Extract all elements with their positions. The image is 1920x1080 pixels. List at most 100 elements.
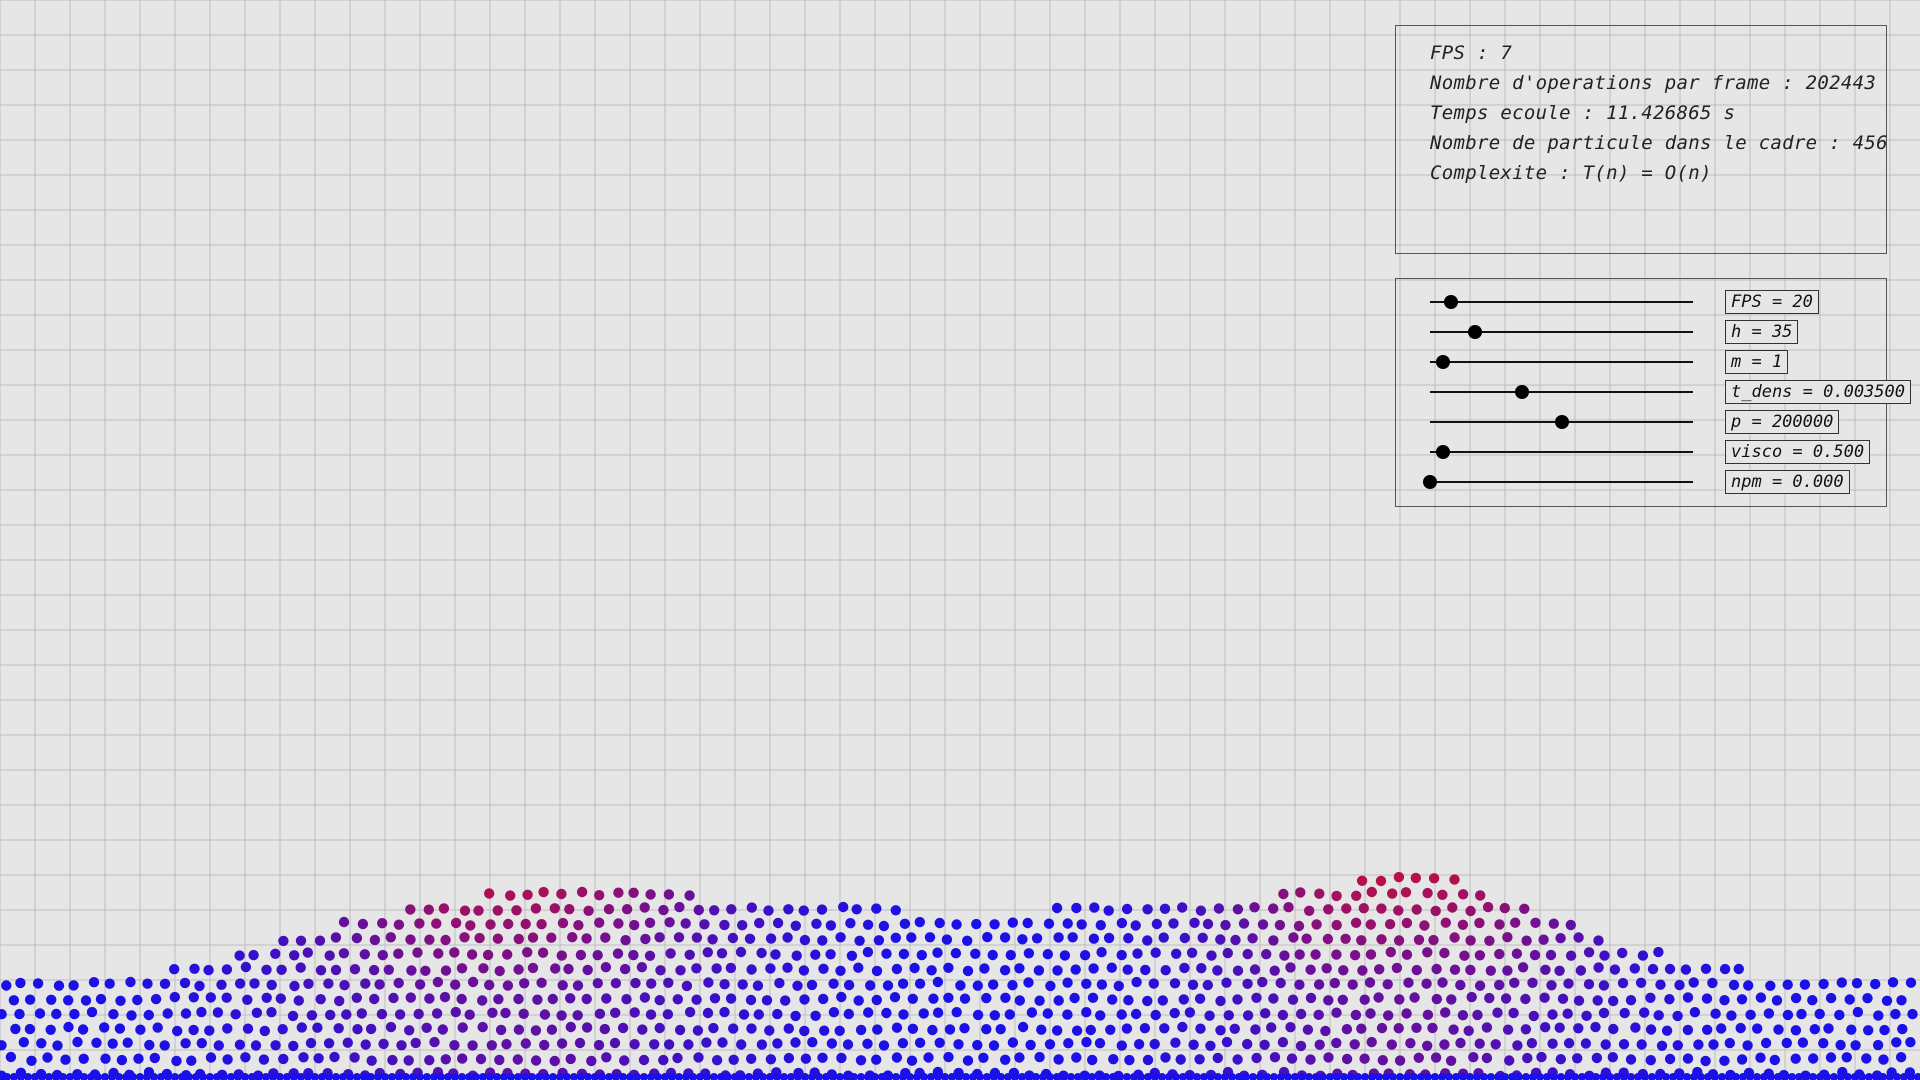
- particle: [438, 903, 450, 914]
- particle: [1386, 1039, 1398, 1050]
- particle: [1411, 964, 1423, 976]
- particle: [811, 918, 822, 929]
- particle: [505, 890, 516, 901]
- particle: [1664, 1053, 1676, 1065]
- particle: [971, 918, 982, 930]
- particle: [753, 1009, 764, 1020]
- particle: [619, 1055, 630, 1066]
- particle: [315, 965, 327, 976]
- particle: [305, 1037, 317, 1049]
- particle: [783, 904, 794, 915]
- particle: [1337, 994, 1349, 1005]
- particle: [1081, 1036, 1092, 1048]
- slider-knob[interactable]: [1423, 475, 1437, 489]
- particle: [270, 948, 281, 959]
- particle: [222, 1023, 233, 1034]
- particle: [306, 1010, 318, 1021]
- particle: [1376, 934, 1387, 945]
- particle: [1773, 1024, 1784, 1035]
- slider-knob[interactable]: [1436, 445, 1451, 459]
- particle: [1105, 1024, 1116, 1036]
- particle: [1004, 1009, 1015, 1020]
- particle: [72, 1036, 83, 1048]
- slider-knob[interactable]: [1467, 325, 1482, 339]
- fps-value-box: FPS = 20: [1725, 290, 1819, 314]
- particle: [1521, 935, 1532, 946]
- particle: [683, 1039, 694, 1050]
- particle: [1108, 1054, 1119, 1065]
- particle: [1023, 948, 1035, 959]
- slider-track[interactable]: [1430, 481, 1693, 483]
- fps-slider[interactable]: [1430, 292, 1693, 312]
- particle: [1393, 935, 1405, 946]
- slider-knob[interactable]: [1444, 295, 1459, 309]
- particle: [1755, 992, 1767, 1003]
- particle: [982, 931, 993, 943]
- slider-track[interactable]: [1430, 301, 1693, 303]
- particle: [663, 977, 674, 988]
- particle: [1149, 1038, 1160, 1050]
- particle: [630, 977, 641, 989]
- particle: [68, 980, 79, 991]
- particle: [899, 918, 911, 929]
- particle: [349, 964, 361, 975]
- particle: [865, 980, 876, 991]
- particle: [1250, 1024, 1261, 1035]
- particle: [1625, 1054, 1637, 1065]
- m-slider[interactable]: [1430, 352, 1693, 372]
- particle: [613, 887, 624, 898]
- h-slider[interactable]: [1430, 322, 1693, 342]
- slider-knob[interactable]: [1436, 355, 1451, 369]
- wall-particle: [1270, 1073, 1278, 1080]
- slider-knob[interactable]: [1554, 415, 1569, 429]
- slider-knob[interactable]: [1515, 385, 1530, 399]
- t-dens-slider[interactable]: [1430, 382, 1693, 402]
- particle: [1212, 965, 1223, 976]
- particle: [601, 1052, 612, 1063]
- wall-particle: [458, 1073, 466, 1080]
- particle: [0, 1040, 7, 1051]
- particle: [1598, 980, 1610, 991]
- particle: [951, 1007, 962, 1018]
- particle: [546, 932, 557, 943]
- particle: [728, 1023, 739, 1034]
- particle: [1249, 902, 1260, 913]
- particle: [527, 962, 539, 974]
- npm-slider[interactable]: [1423, 472, 1693, 492]
- particle: [482, 949, 494, 961]
- particle: [790, 1010, 801, 1022]
- particle: [1512, 1040, 1523, 1051]
- p-slider[interactable]: [1430, 412, 1693, 432]
- particle: [674, 1024, 686, 1036]
- particle: [654, 932, 665, 943]
- particle: [798, 965, 810, 976]
- particle: [1547, 1038, 1558, 1049]
- particle: [1645, 992, 1656, 1003]
- slider-track[interactable]: [1430, 451, 1693, 453]
- particle: [1383, 1010, 1394, 1021]
- particle: [334, 995, 345, 1007]
- particle: [1799, 979, 1811, 990]
- particle: [1025, 1039, 1036, 1051]
- particle: [359, 949, 370, 960]
- particle: [1719, 963, 1731, 975]
- particle: [1242, 978, 1253, 989]
- particle: [45, 1024, 56, 1036]
- slider-track[interactable]: [1430, 391, 1693, 393]
- slider-track[interactable]: [1430, 361, 1693, 363]
- particle: [1463, 1025, 1474, 1037]
- particle: [1323, 904, 1334, 915]
- visco-slider[interactable]: [1430, 442, 1693, 462]
- particle: [1036, 1024, 1047, 1035]
- particle: [1609, 964, 1621, 975]
- particle: [1359, 994, 1370, 1005]
- particle: [51, 1008, 62, 1020]
- particle: [424, 1055, 435, 1066]
- particle: [474, 932, 485, 944]
- particle: [1702, 1024, 1713, 1036]
- particle: [745, 994, 757, 1006]
- particle: [932, 1007, 944, 1018]
- particle: [1557, 993, 1569, 1004]
- particle: [520, 918, 531, 930]
- particle: [664, 917, 675, 928]
